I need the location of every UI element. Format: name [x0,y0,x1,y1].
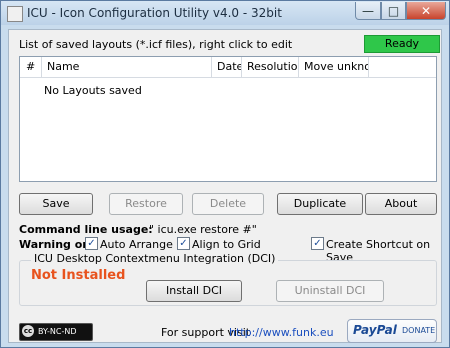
window-title: ICU - Icon Configuration Utility v4.0 - … [27,6,282,20]
auto-arrange-label[interactable]: Auto Arrange [100,238,173,251]
delete-button[interactable]: Delete [192,193,264,215]
maximize-button[interactable]: □ [381,2,406,20]
app-window: ICU - Icon Configuration Utility v4.0 - … [0,0,450,348]
align-to-grid-label[interactable]: Align to Grid [192,238,261,251]
column-move-unknown[interactable]: Move unkno... [299,57,369,77]
empty-list-message: No Layouts saved [44,84,142,97]
support-link[interactable]: http://www.funk.eu [229,326,334,339]
paypal-donate-button[interactable]: PayPal DONATE [347,319,437,343]
app-icon [7,6,23,22]
paypal-logo: PayPal [353,323,397,337]
align-to-grid-checkbox[interactable]: ✓ [177,237,190,250]
column-number[interactable]: # [20,57,42,77]
cc-license-badge[interactable]: cc BY-NC-ND [19,323,93,341]
warning-label: Warning on: [19,238,95,251]
install-dci-button[interactable]: Install DCI [146,280,242,302]
status-badge: Ready [364,35,440,53]
column-date[interactable]: Date [212,57,242,77]
save-button[interactable]: Save [19,193,93,215]
cc-icon: cc [22,325,34,337]
column-resolution[interactable]: Resolution [242,57,299,77]
restore-button[interactable]: Restore [109,193,183,215]
create-shortcut-checkbox[interactable]: ✓ [311,237,324,250]
uninstall-dci-button[interactable]: Uninstall DCI [276,280,384,302]
layouts-list[interactable]: # Name Date Resolution Move unkno... No … [19,56,437,182]
command-line-value: " icu.exe restore #" [149,223,257,236]
auto-arrange-checkbox[interactable]: ✓ [85,237,98,250]
layouts-caption: List of saved layouts (*.icf files), rig… [19,38,293,51]
close-button[interactable]: ✕ [406,2,446,20]
command-line-label: Command line usage: [19,223,153,236]
minimize-button[interactable]: — [355,2,381,20]
list-header: # Name Date Resolution Move unkno... [20,57,436,78]
client-area: List of saved layouts (*.icf files), rig… [8,29,442,343]
column-name[interactable]: Name [42,57,212,77]
dci-status: Not Installed [31,268,126,283]
title-bar[interactable]: ICU - Icon Configuration Utility v4.0 - … [1,1,449,25]
donate-label: DONATE [402,326,436,335]
about-button[interactable]: About [365,193,437,215]
license-text: BY-NC-ND [38,327,77,336]
dci-group-title: ICU Desktop Contextmenu Integration (DCI… [31,252,279,265]
duplicate-button[interactable]: Duplicate [277,193,363,215]
